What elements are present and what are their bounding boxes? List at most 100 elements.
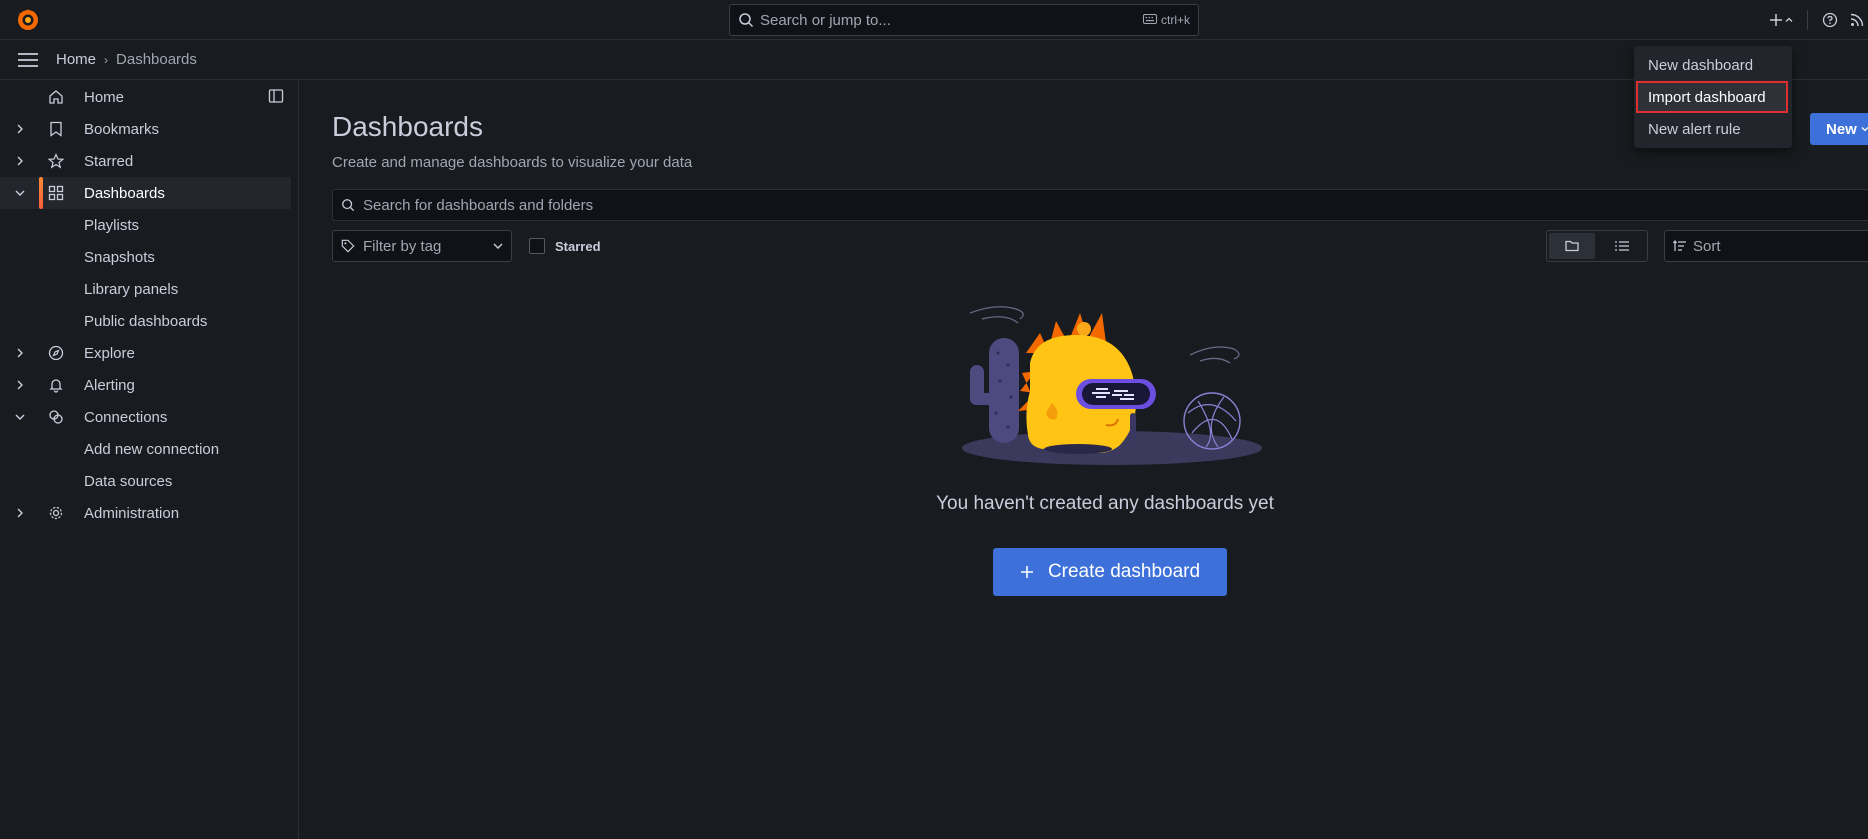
grafana-logo-icon[interactable] <box>16 8 40 32</box>
sidebar-item-dashboards[interactable]: Dashboards <box>0 177 291 209</box>
search-placeholder: Search for dashboards and folders <box>363 196 594 214</box>
dashboard-search-input[interactable]: Search for dashboards and folders <box>332 189 1868 221</box>
sidebar-item-data-sources[interactable]: Data sources <box>0 465 298 497</box>
star-icon <box>47 152 65 170</box>
bookmark-icon <box>47 120 65 138</box>
dock-menu-icon[interactable] <box>268 88 286 106</box>
list-view-button[interactable] <box>1599 233 1645 259</box>
bell-icon <box>47 376 65 394</box>
chevron-up-icon <box>1785 17 1792 22</box>
sidebar-item-add-new-connection[interactable]: Add new connection <box>0 433 298 465</box>
chevron-right-icon[interactable] <box>12 153 28 169</box>
sidebar-item-label: Add new connection <box>84 440 220 458</box>
tag-icon <box>341 239 355 253</box>
sidebar-item-snapshots[interactable]: Snapshots <box>0 241 298 273</box>
news-button[interactable] <box>1846 0 1868 40</box>
sort-label: Sort <box>1693 237 1721 255</box>
create-dashboard-button[interactable]: Create dashboard <box>993 548 1227 596</box>
sort-icon <box>1673 240 1686 251</box>
sidebar-item-label: Alerting <box>84 376 135 394</box>
menu-toggle-button[interactable] <box>0 40 56 80</box>
global-search-input[interactable]: Search or jump to... ctrl+k <box>729 4 1199 36</box>
empty-state-message: You haven't created any dashboards yet <box>936 493 1274 514</box>
breadcrumb-home[interactable]: Home <box>56 51 96 68</box>
rss-icon <box>1850 13 1864 27</box>
breadcrumb-current: Dashboards <box>116 51 197 68</box>
sidebar-item-public-dashboards[interactable]: Public dashboards <box>0 305 298 337</box>
menu-item-import-dashboard[interactable]: Import dashboard <box>1636 81 1788 113</box>
chevron-down-icon[interactable] <box>12 185 28 201</box>
top-bar: Search or jump to... ctrl+k <box>0 0 1868 40</box>
add-new-button[interactable] <box>1761 0 1801 40</box>
new-button[interactable]: New <box>1810 113 1868 145</box>
sidebar-item-playlists[interactable]: Playlists <box>0 209 298 241</box>
sidebar-item-label: Data sources <box>84 472 173 490</box>
home-icon <box>47 88 65 106</box>
plus-icon <box>1769 14 1782 26</box>
sort-select[interactable]: Sort <box>1664 230 1868 262</box>
tag-filter-label: Filter by tag <box>363 237 442 255</box>
chevron-right-icon[interactable] <box>12 377 28 393</box>
sidebar-item-connections[interactable]: Connections <box>0 401 298 433</box>
search-icon <box>342 199 355 212</box>
help-button[interactable] <box>1814 0 1846 40</box>
sidebar-item-library-panels[interactable]: Library panels <box>0 273 298 305</box>
menu-item-new-dashboard[interactable]: New dashboard <box>1634 49 1792 81</box>
sidebar-item-label: Public dashboards <box>84 312 208 330</box>
view-toggle <box>1546 230 1648 262</box>
sidebar-item-administration[interactable]: Administration <box>0 497 298 529</box>
starred-checkbox[interactable] <box>529 238 545 254</box>
sidebar-item-label: Connections <box>84 408 168 426</box>
new-button-label: New <box>1826 120 1857 138</box>
sidebar-item-label: Bookmarks <box>84 120 160 138</box>
chevron-right-icon[interactable] <box>12 121 28 137</box>
chevron-right-icon[interactable] <box>12 345 28 361</box>
compass-icon <box>47 344 65 362</box>
folder-icon <box>1565 240 1579 252</box>
sidebar-item-alerting[interactable]: Alerting <box>0 369 298 401</box>
apps-icon <box>47 184 65 202</box>
sidebar-item-label: Library panels <box>84 280 179 298</box>
starred-label: Starred <box>555 238 601 254</box>
sidebar-item-label: Home <box>84 88 125 106</box>
menu-item-new-alert-rule[interactable]: New alert rule <box>1634 113 1792 145</box>
page-subtitle: Create and manage dashboards to visualiz… <box>332 154 693 171</box>
top-actions <box>1761 0 1868 40</box>
cog-icon <box>47 504 65 522</box>
help-icon <box>1822 12 1838 28</box>
starred-filter[interactable]: Starred <box>529 238 601 254</box>
chevron-right-icon[interactable] <box>12 505 28 521</box>
chevron-down-icon[interactable] <box>12 409 28 425</box>
divider <box>1807 10 1808 30</box>
plus-icon <box>1020 566 1033 578</box>
new-menu-dropdown: New dashboard Import dashboard New alert… <box>1634 46 1792 148</box>
sidebar-item-label: Snapshots <box>84 248 155 266</box>
list-icon <box>1615 241 1629 251</box>
sidebar-item-bookmarks[interactable]: Bookmarks <box>0 113 298 145</box>
sidebar-item-home[interactable]: Home <box>0 81 298 113</box>
sidebar-item-explore[interactable]: Explore <box>0 337 298 369</box>
chevron-down-icon <box>1861 127 1868 132</box>
page-title: Dashboards <box>332 111 483 142</box>
breadcrumb: Home › Dashboards <box>56 51 197 68</box>
shortcut-text: ctrl+k <box>1160 13 1190 27</box>
keyboard-icon <box>1142 13 1157 27</box>
main-content: Dashboards Create and manage dashboards … <box>300 81 1868 839</box>
search-placeholder: Search or jump to... <box>760 11 891 29</box>
sidebar-item-label: Explore <box>84 344 135 362</box>
sidebar-item-label: Administration <box>84 504 180 522</box>
sidebar-item-label: Playlists <box>84 216 140 234</box>
chevron-down-icon <box>493 243 503 249</box>
shortcut-hint: ctrl+k <box>1142 13 1190 27</box>
empty-state-illustration <box>956 293 1268 471</box>
sidebar-item-label: Dashboards <box>84 184 165 202</box>
sidebar-item-label: Starred <box>84 152 134 170</box>
sidebar-item-starred[interactable]: Starred <box>0 145 298 177</box>
chevron-right-icon: › <box>104 52 109 67</box>
search-icon <box>738 12 754 28</box>
link-icon <box>47 408 65 426</box>
folder-view-button[interactable] <box>1549 233 1595 259</box>
hamburger-icon <box>18 52 38 67</box>
tag-filter-select[interactable]: Filter by tag <box>332 230 512 262</box>
create-dashboard-label: Create dashboard <box>1047 561 1201 582</box>
